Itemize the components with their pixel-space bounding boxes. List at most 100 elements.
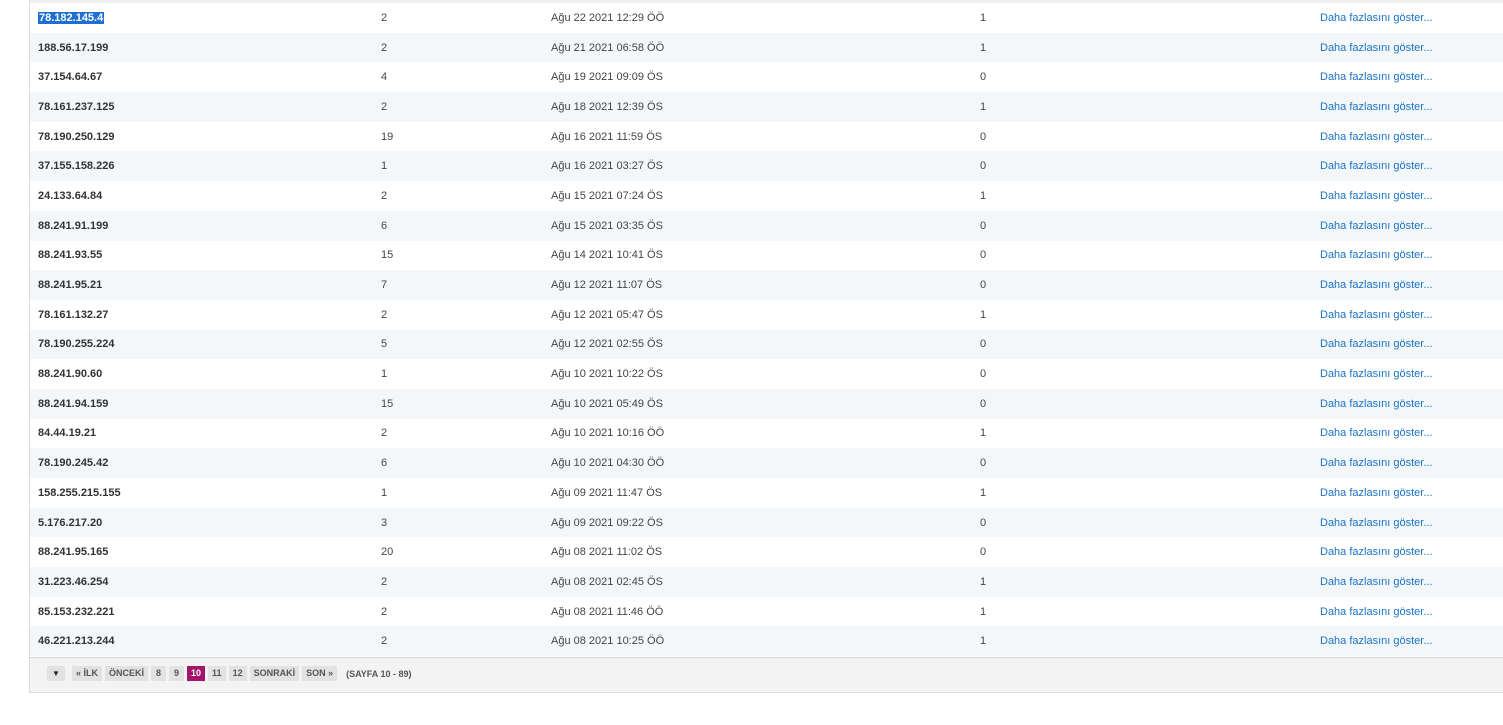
ip-address-cell: 78.182.145.4 — [30, 3, 381, 33]
show-more-link[interactable]: Daha fazlasını göster... — [1320, 517, 1433, 529]
last-seen-date: Ağu 16 2021 11:59 ÖS — [551, 121, 980, 152]
show-more-link[interactable]: Daha fazlasını göster... — [1320, 12, 1433, 24]
attempt-count: 2 — [381, 32, 551, 63]
table-row: 78.190.245.42 6 Ağu 10 2021 04:30 ÖÖ 0 Daha … — [30, 448, 1503, 478]
ip-address-cell: 24.133.64.84 — [30, 181, 381, 211]
show-more-link[interactable]: Daha fazlasını göster... — [1320, 576, 1433, 588]
show-more-cell: Daha fazlasını göster... — [1320, 181, 1503, 211]
show-more-link[interactable]: Daha fazlasını göster... — [1320, 309, 1433, 321]
first-page-button[interactable]: « İLK — [72, 666, 103, 681]
ip-address-cell: 88.241.90.60 — [30, 359, 381, 389]
show-more-link[interactable]: Daha fazlasını göster... — [1320, 546, 1433, 558]
page-info: (SAYFA 10 - 89) — [346, 668, 412, 679]
ip-address-cell: 78.190.250.129 — [30, 121, 381, 152]
show-more-cell: Daha fazlasını göster... — [1320, 388, 1503, 419]
ip-address: 78.161.132.27 — [38, 308, 109, 321]
page-number-button[interactable]: 9 — [169, 666, 185, 681]
ip-address-cell: 84.44.19.21 — [30, 418, 381, 449]
status-flag: 0 — [980, 62, 1320, 93]
ip-address: 78.182.145.4 — [38, 11, 105, 24]
status-flag: 1 — [980, 626, 1320, 657]
ip-address: 88.241.93.55 — [38, 249, 103, 262]
table-row: 24.133.64.84 2 Ağu 15 2021 07:24 ÖS 1 Daha f… — [30, 181, 1503, 211]
log-table-body: 78.182.145.4 2 Ağu 22 2021 12:29 ÖÖ 1 Daha f… — [30, 3, 1503, 657]
show-more-link[interactable]: Daha fazlasını göster... — [1320, 427, 1433, 439]
log-table: 78.182.145.4 2 Ağu 22 2021 12:29 ÖÖ 1 Daha f… — [30, 3, 1503, 657]
show-more-cell: Daha fazlasını göster... — [1320, 507, 1503, 538]
show-more-cell: Daha fazlasını göster... — [1320, 478, 1503, 508]
last-seen-date: Ağu 14 2021 10:41 ÖS — [551, 240, 980, 271]
last-seen-date: Ağu 10 2021 10:22 ÖS — [551, 359, 980, 389]
ip-address: 78.190.245.42 — [38, 457, 109, 470]
show-more-link[interactable]: Daha fazlasını göster... — [1320, 368, 1433, 380]
last-seen-date: Ağu 10 2021 04:30 ÖÖ — [551, 448, 980, 478]
last-seen-date: Ağu 08 2021 10:25 ÖÖ — [551, 626, 980, 657]
ip-address-cell: 78.161.237.125 — [30, 92, 381, 122]
show-more-link[interactable]: Daha fazlasını göster... — [1320, 487, 1433, 499]
show-more-link[interactable]: Daha fazlasını göster... — [1320, 42, 1433, 54]
show-more-cell: Daha fazlasını göster... — [1320, 448, 1503, 478]
status-flag: 0 — [980, 448, 1320, 478]
status-flag: 1 — [980, 478, 1320, 508]
show-more-link[interactable]: Daha fazlasını göster... — [1320, 101, 1433, 113]
show-more-cell: Daha fazlasını göster... — [1320, 240, 1503, 271]
show-more-link[interactable]: Daha fazlasını göster... — [1320, 249, 1433, 261]
prev-page-button[interactable]: ÖNCEKİ — [105, 666, 149, 681]
ip-address: 78.190.255.224 — [38, 338, 115, 351]
status-flag: 1 — [980, 3, 1320, 33]
attempt-count: 2 — [381, 3, 551, 33]
last-seen-date: Ağu 16 2021 03:27 ÖS — [551, 151, 980, 182]
page-number-button[interactable]: 11 — [208, 666, 226, 681]
show-more-link[interactable]: Daha fazlasını göster... — [1320, 190, 1433, 202]
last-seen-date: Ağu 09 2021 11:47 ÖS — [551, 478, 980, 508]
table-row: 78.190.255.224 5 Ağu 12 2021 02:55 ÖS 0 Daha… — [30, 329, 1503, 360]
ip-address-cell: 78.190.255.224 — [30, 329, 381, 360]
show-more-link[interactable]: Daha fazlasını göster... — [1320, 71, 1433, 83]
next-page-button[interactable]: SONRAKİ — [249, 666, 300, 681]
status-flag: 0 — [980, 210, 1320, 241]
ip-address-cell: 85.153.232.221 — [30, 596, 381, 627]
last-page-button[interactable]: SON » — [302, 666, 338, 681]
show-more-cell: Daha fazlasını göster... — [1320, 210, 1503, 241]
ip-address-cell: 88.241.94.159 — [30, 388, 381, 419]
status-flag: 1 — [980, 596, 1320, 627]
show-more-link[interactable]: Daha fazlasını göster... — [1320, 457, 1433, 469]
attempt-count: 3 — [381, 507, 551, 538]
show-more-link[interactable]: Daha fazlasını göster... — [1320, 338, 1433, 350]
show-more-cell: Daha fazlasını göster... — [1320, 626, 1503, 657]
attempt-count: 1 — [381, 151, 551, 182]
pagination-bar: ▼ « İLK ÖNCEKİ 8 9 10 11 12 SONRAKİ SON » (S… — [30, 657, 1503, 692]
ip-address-cell: 78.161.132.27 — [30, 299, 381, 330]
table-row: 78.182.145.4 2 Ağu 22 2021 12:29 ÖÖ 1 Daha f… — [30, 3, 1503, 33]
status-flag: 1 — [980, 32, 1320, 63]
show-more-link[interactable]: Daha fazlasını göster... — [1320, 279, 1433, 291]
page-size-dropdown-icon[interactable]: ▼ — [47, 666, 65, 681]
table-row: 85.153.232.221 2 Ağu 08 2021 11:46 ÖÖ 1 Daha… — [30, 596, 1503, 627]
ip-address: 5.176.217.20 — [38, 516, 103, 529]
page-number-button[interactable]: 8 — [151, 666, 167, 681]
page-number-button[interactable]: 12 — [228, 666, 247, 681]
status-flag: 1 — [980, 418, 1320, 449]
show-more-cell: Daha fazlasını göster... — [1320, 359, 1503, 389]
show-more-link[interactable]: Daha fazlasını göster... — [1320, 160, 1433, 172]
table-row: 37.154.64.67 4 Ağu 19 2021 09:09 ÖS 0 Daha f… — [30, 62, 1503, 93]
table-row: 88.241.90.60 1 Ağu 10 2021 10:22 ÖS 0 Daha f… — [30, 359, 1503, 389]
show-more-link[interactable]: Daha fazlasını göster... — [1320, 131, 1433, 143]
show-more-link[interactable]: Daha fazlasını göster... — [1320, 398, 1433, 410]
show-more-link[interactable]: Daha fazlasını göster... — [1320, 606, 1433, 618]
attempt-count: 2 — [381, 418, 551, 449]
ip-address-cell: 88.241.95.165 — [30, 537, 381, 568]
table-row: 88.241.95.21 7 Ağu 12 2021 11:07 ÖS 0 Daha f… — [30, 270, 1503, 300]
status-flag: 0 — [980, 359, 1320, 389]
attempt-count: 2 — [381, 299, 551, 330]
show-more-cell: Daha fazlasını göster... — [1320, 537, 1503, 568]
table-row: 5.176.217.20 3 Ağu 09 2021 09:22 ÖS 0 Daha f… — [30, 507, 1503, 538]
show-more-link[interactable]: Daha fazlasını göster... — [1320, 220, 1433, 232]
last-seen-date: Ağu 08 2021 02:45 ÖS — [551, 567, 980, 597]
ip-address: 84.44.19.21 — [38, 427, 97, 440]
attempt-count: 7 — [381, 270, 551, 300]
table-row: 31.223.46.254 2 Ağu 08 2021 02:45 ÖS 1 Daha … — [30, 567, 1503, 597]
ip-address: 24.133.64.84 — [38, 189, 103, 202]
page-number-button[interactable]: 10 — [187, 666, 206, 681]
show-more-link[interactable]: Daha fazlasını göster... — [1320, 635, 1433, 647]
